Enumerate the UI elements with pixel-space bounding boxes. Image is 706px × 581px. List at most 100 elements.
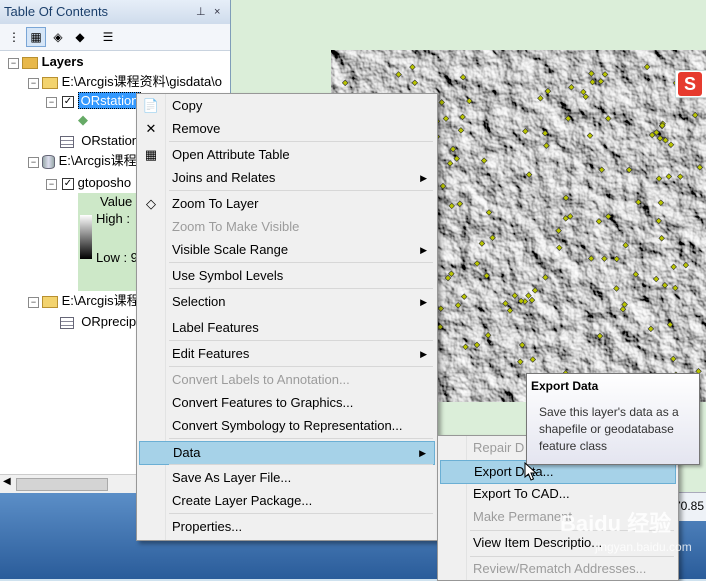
menu-item-create-layer-package[interactable]: Create Layer Package... [139,490,435,512]
menu-item-label-features[interactable]: Label Features [139,317,435,339]
layer-orstation-label[interactable]: ORstation [77,92,142,109]
menu-item-use-symbol-levels[interactable]: Use Symbol Levels [139,265,435,287]
table-orprecip-label: ORprecip [81,314,137,329]
menu-item-label: Remove [172,121,221,136]
menu-separator [169,438,433,439]
toc-title: Table Of Contents [4,4,109,19]
menu-item-edit-features[interactable]: Edit Features ▶ [139,343,435,365]
menu-item-label: Convert Symbology to Representation... [172,418,403,433]
collapse-group3-icon[interactable]: − [28,297,39,308]
layer-orstation[interactable]: ✓ ORstation [62,92,142,110]
submenu-arrow-icon: ▶ [420,349,427,359]
table-orprecip[interactable]: ORprecip [60,313,136,331]
menu-item-label: Edit Features [172,346,250,361]
tooltip-body: Save this layer's data as a shapefile or… [539,405,679,453]
mouse-cursor-icon [524,462,538,481]
point-symbol-icon: ◆ [78,112,88,127]
list-by-visibility-icon[interactable]: ◈ [48,27,68,47]
collapse-raster-icon[interactable]: − [46,179,57,190]
close-icon[interactable]: × [214,0,220,24]
visibility-checkbox[interactable]: ✓ [62,177,74,190]
collapse-layers-icon[interactable]: − [8,58,19,69]
group2-gdb[interactable]: E:\Arcgis课程 [42,152,137,170]
layer-gtoposho[interactable]: ✓ gtoposho [62,174,131,192]
menu-item-label: Convert Features to Graphics... [172,395,354,410]
scroll-left-icon[interactable]: ◀ [3,476,11,487]
collapse-orstation-icon[interactable]: − [46,97,57,108]
list-by-drawing-order-icon[interactable]: ⋮ [4,27,24,47]
menu-item-label: Export Data... [474,464,554,479]
menu-item-visible-scale-range[interactable]: Visible Scale Range ▶ [139,239,435,261]
menu-item-label: Convert Labels to Annotation... [172,372,350,387]
menu-separator [169,340,433,341]
menu-item-label: Copy [172,98,203,113]
tooltip-title: Export Data [531,379,599,393]
menu-item-joins-and-relates[interactable]: Joins and Relates ▶ [139,167,435,189]
menu-item-zoom-to-layer[interactable]: Zoom To Layer ◇ [139,193,435,215]
menu-item-label: Properties... [172,519,243,534]
menu-item-zoom-to-make-visible: Zoom To Make Visible [139,216,435,238]
menu-item-convert-symbology-to-representation[interactable]: Convert Symbology to Representation... [139,415,435,437]
remove-icon: ✕ [145,121,157,136]
collapse-group2-icon[interactable]: − [28,157,39,168]
group2-path: E:\Arcgis课程 [58,153,137,168]
menu-item-open-attribute-table[interactable]: Open Attribute Table ▦ [139,144,435,166]
collapse-group1-icon[interactable]: − [28,78,39,89]
raster-legend: Value High : Low : 9 [78,193,138,291]
menu-item-save-as-layer-file[interactable]: Save As Layer File... [139,467,435,489]
menu-separator [169,262,433,263]
menu-item-convert-features-to-graphics[interactable]: Convert Features to Graphics... [139,392,435,414]
legend-ramp [80,215,92,259]
menu-item-convert-labels-to-annotation: Convert Labels to Annotation... [139,369,435,391]
menu-item-label: Create Layer Package... [172,493,313,508]
legend-value-label: Value [100,194,133,209]
menu-item-label: Joins and Relates [172,170,276,185]
toc-toolbar: ⋮ ▦ ◈ ◆ ☰ [0,24,230,51]
station-point [643,63,651,71]
table-icon [60,316,74,329]
export-data-tooltip: Export Data Save this layer's data as a … [526,373,700,465]
menu-item-label: Open Attribute Table [172,147,290,162]
sogou-logo[interactable]: S [678,72,702,96]
list-by-selection-icon[interactable]: ◆ [70,27,90,47]
menu-item-label: Make Permanent [473,509,572,524]
menu-item-copy[interactable]: Copy 📄 [139,95,435,117]
options-icon[interactable]: ☰ [98,27,118,47]
layers-root[interactable]: Layers [22,53,84,71]
menu-item-label: Label Features [172,320,259,335]
list-by-source-icon[interactable]: ▦ [26,27,46,47]
menu-item-data[interactable]: Data ▶ [139,441,435,465]
group1-folder[interactable]: E:\Arcgis课程资料\gisdata\o [42,73,222,91]
folder-icon [42,295,58,308]
zoom-layer-icon: ◇ [146,196,156,211]
group1-path: E:\Arcgis课程资料\gisdata\o [61,74,223,89]
table-orstation[interactable]: ORstation [60,132,139,150]
legend-low-label: Low : 9 [96,250,138,265]
group3-path: E:\Arcgis课程 [61,293,140,308]
menu-item-label: Visible Scale Range [172,242,289,257]
table-orstation-label: ORstation [81,133,140,148]
copy-icon: 📄 [142,98,160,113]
table-icon: ▦ [144,147,158,162]
menu-item-selection[interactable]: Selection ▶ [139,291,435,313]
pin-icon[interactable]: ⊥ [196,0,206,24]
toc-title-bar[interactable]: Table Of Contents ⊥ × [0,0,230,24]
menu-item-label: Save As Layer File... [172,470,292,485]
visibility-checkbox[interactable]: ✓ [62,95,74,108]
submenu-arrow-icon: ▶ [420,173,427,183]
menu-separator [169,141,433,142]
menu-item-properties[interactable]: Properties... [139,516,435,538]
submenu-item-export-to-cad[interactable]: Export To CAD... [440,483,676,505]
scroll-thumb[interactable] [16,478,108,491]
baidu-watermark-url: jingyan.baidu.com [595,540,692,554]
menu-separator [169,464,433,465]
menu-separator [169,366,433,367]
legend-high-label: High : [96,211,130,226]
menu-item-label: Use Symbol Levels [172,268,284,283]
submenu-arrow-icon: ▶ [420,245,427,255]
layer-gtoposho-label: gtoposho [77,175,132,190]
group3-folder[interactable]: E:\Arcgis课程 [42,292,140,310]
ime-toolbar[interactable]: S 中 ☽ °, ⌨ ♣ ▼ ✎ [675,70,706,98]
menu-item-remove[interactable]: Remove ✕ [139,118,435,140]
menu-item-label: Selection [172,294,226,309]
